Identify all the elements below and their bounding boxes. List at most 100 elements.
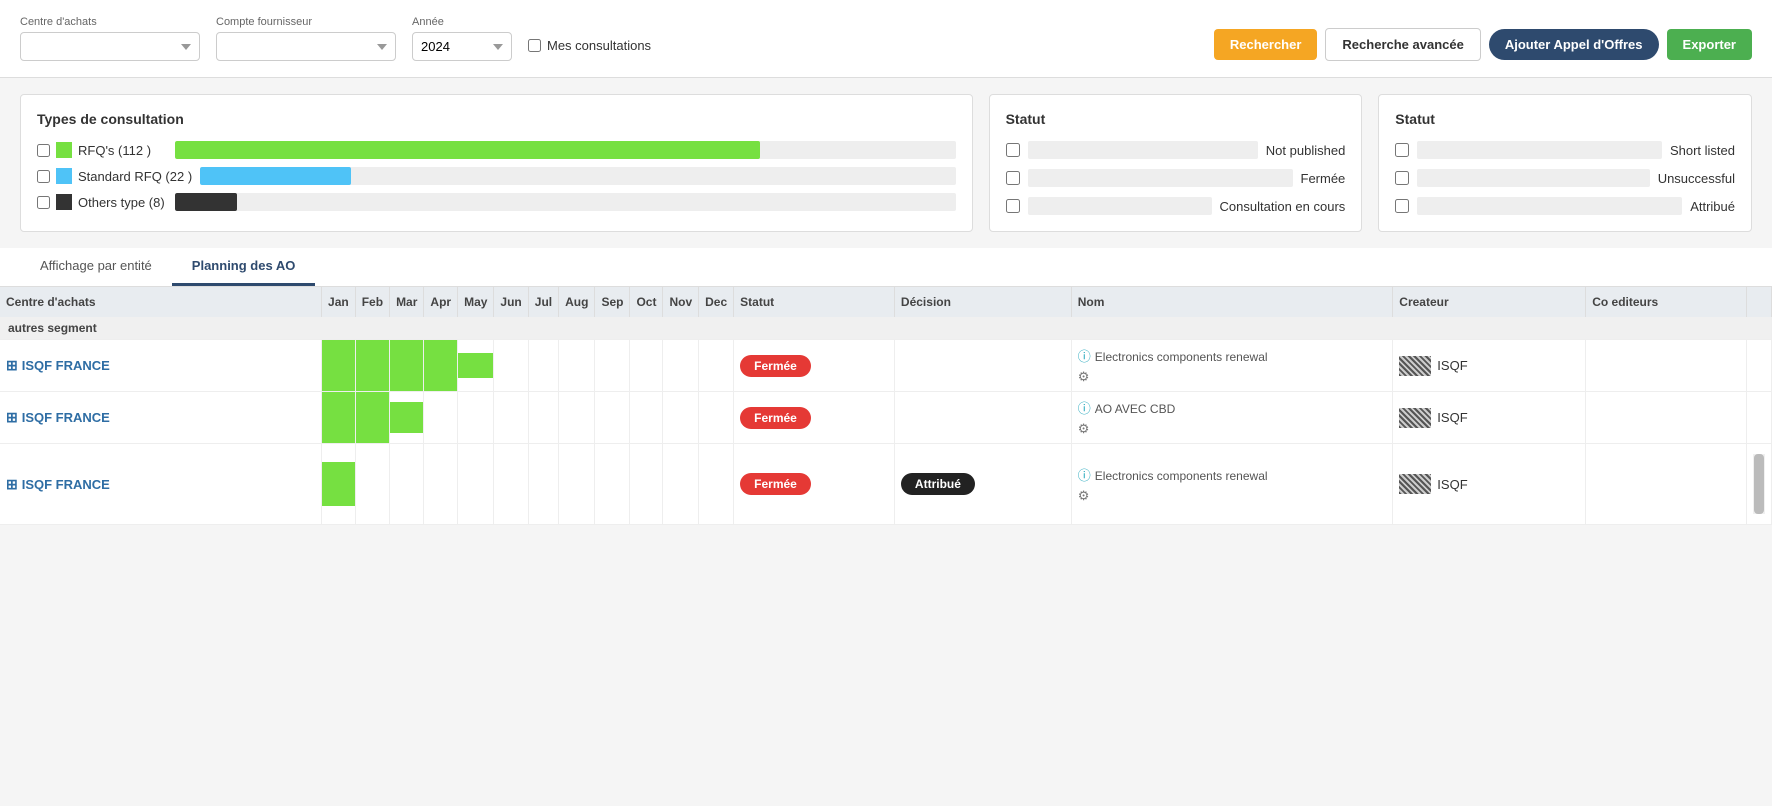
scroll-cell-1	[1747, 340, 1772, 392]
nov-3	[663, 444, 699, 525]
chart-row-others: Others type (8)	[37, 193, 956, 211]
statut-left-list: Not published Fermée Consultation en cou…	[1006, 141, 1346, 215]
unsuccessful-bar	[1417, 169, 1649, 187]
scroll-cell-2	[1747, 392, 1772, 444]
short-listed-checkbox[interactable]	[1395, 143, 1409, 157]
consultation-panel: Types de consultation RFQ's (112 ) Stand…	[20, 94, 973, 232]
centre-select[interactable]	[20, 32, 200, 61]
co-editeurs-cell-1	[1586, 340, 1747, 392]
centre-field: Centre d'achats	[20, 16, 200, 61]
dec-1	[699, 340, 734, 392]
decision-cell-3: Attribué	[894, 444, 1071, 525]
gear-icon-3[interactable]: ⚙	[1078, 488, 1090, 503]
col-jun: Jun	[494, 287, 528, 317]
statut-left-panel: Statut Not published Fermée Consultation…	[989, 94, 1363, 232]
entity-name-1: ISQF FRANCE	[22, 358, 110, 373]
short-listed-label: Short listed	[1670, 143, 1735, 158]
entity-cell-1: ⊞ ISQF FRANCE	[0, 340, 322, 392]
centre-label: Centre d'achats	[20, 16, 200, 28]
chart-row-rfq: RFQ's (112 )	[37, 141, 956, 159]
rechercher-button[interactable]: Rechercher	[1214, 29, 1318, 60]
compte-select[interactable]	[216, 32, 396, 61]
mes-consultations-field: Mes consultations	[528, 38, 651, 61]
creator-name-2: ISQF	[1437, 410, 1467, 425]
jan-1	[322, 340, 356, 392]
jul-1	[528, 340, 558, 392]
info-icon-3: ⓘ	[1078, 468, 1091, 483]
info-icon-1: ⓘ	[1078, 349, 1091, 364]
attribue-bar	[1417, 197, 1682, 215]
others-checkbox[interactable]	[37, 196, 50, 209]
short-listed-bar	[1417, 141, 1662, 159]
action-buttons: Rechercher Recherche avancée Ajouter App…	[1214, 28, 1752, 61]
jan-2	[322, 392, 356, 444]
col-jan: Jan	[322, 287, 356, 317]
co-editeurs-cell-3	[1586, 444, 1747, 525]
aug-1	[559, 340, 595, 392]
tab-planning[interactable]: Planning des AO	[172, 248, 316, 286]
mar-3	[390, 444, 424, 525]
col-nom: Nom	[1071, 287, 1393, 317]
consultation-checkbox[interactable]	[1006, 199, 1020, 213]
add-appel-button[interactable]: Ajouter Appel d'Offres	[1489, 29, 1659, 60]
others-bar-wrap	[175, 193, 956, 211]
statut-badge-2: Fermée	[740, 407, 811, 429]
col-statut: Statut	[734, 287, 895, 317]
expand-icon-3[interactable]: ⊞	[6, 476, 18, 493]
creator-avatar-2	[1399, 408, 1431, 428]
jun-2	[494, 392, 528, 444]
attribue-label: Attribué	[1690, 199, 1735, 214]
statut-cell-3: Fermée	[734, 444, 895, 525]
others-bar	[175, 193, 237, 211]
standard-checkbox[interactable]	[37, 170, 50, 183]
table-header-row: Centre d'achats Jan Feb Mar Apr May Jun …	[0, 287, 1772, 317]
fermee-bar	[1028, 169, 1293, 187]
gear-icon-2[interactable]: ⚙	[1078, 421, 1090, 436]
export-button[interactable]: Exporter	[1667, 29, 1752, 60]
decision-cell-2	[894, 392, 1071, 444]
expand-icon-2[interactable]: ⊞	[6, 409, 18, 426]
entity-name-2: ISQF FRANCE	[22, 410, 110, 425]
fermee-checkbox[interactable]	[1006, 171, 1020, 185]
col-oct: Oct	[630, 287, 663, 317]
expand-icon-1[interactable]: ⊞	[6, 357, 18, 374]
dec-3	[699, 444, 734, 525]
attribue-checkbox[interactable]	[1395, 199, 1409, 213]
standard-swatch	[56, 168, 72, 184]
unsuccessful-checkbox[interactable]	[1395, 171, 1409, 185]
jun-1	[494, 340, 528, 392]
mes-consultations-checkbox[interactable]	[528, 39, 541, 52]
mar-1	[390, 340, 424, 392]
compte-field: Compte fournisseur	[216, 16, 396, 61]
planning-table: Centre d'achats Jan Feb Mar Apr May Jun …	[0, 287, 1772, 525]
creator-avatar-3	[1399, 474, 1431, 494]
segment-row: autres segment	[0, 317, 1772, 340]
col-apr: Apr	[424, 287, 458, 317]
nom-cell-1: ⓘElectronics components renewal ⚙	[1071, 340, 1393, 392]
jul-2	[528, 392, 558, 444]
top-bar: Centre d'achats Compte fournisseur Année…	[0, 0, 1772, 78]
entity-cell-2: ⊞ ISQF FRANCE	[0, 392, 322, 444]
co-editeurs-cell-2	[1586, 392, 1747, 444]
chart-types: RFQ's (112 ) Standard RFQ (22 )	[37, 141, 956, 211]
annee-select[interactable]: 2024	[412, 32, 512, 61]
jan-3	[322, 444, 356, 525]
gear-icon-1[interactable]: ⚙	[1078, 369, 1090, 384]
rfq-checkbox[interactable]	[37, 144, 50, 157]
col-may: May	[458, 287, 494, 317]
col-aug: Aug	[559, 287, 595, 317]
may-1	[458, 340, 494, 392]
status-attribue: Attribué	[1395, 197, 1735, 215]
status-consultation-en-cours: Consultation en cours	[1006, 197, 1346, 215]
dashboard-panels: Types de consultation RFQ's (112 ) Stand…	[0, 78, 1772, 248]
creator-avatar-1	[1399, 356, 1431, 376]
creator-cell-1: ISQF	[1393, 340, 1586, 392]
statut-badge-3: Fermée	[740, 473, 811, 495]
not-published-checkbox[interactable]	[1006, 143, 1020, 157]
consultation-title: Types de consultation	[37, 111, 956, 127]
consultation-bar	[1028, 197, 1212, 215]
advanced-search-button[interactable]: Recherche avancée	[1325, 28, 1480, 61]
aug-3	[559, 444, 595, 525]
tab-affichage[interactable]: Affichage par entité	[20, 248, 172, 286]
col-dec: Dec	[699, 287, 734, 317]
